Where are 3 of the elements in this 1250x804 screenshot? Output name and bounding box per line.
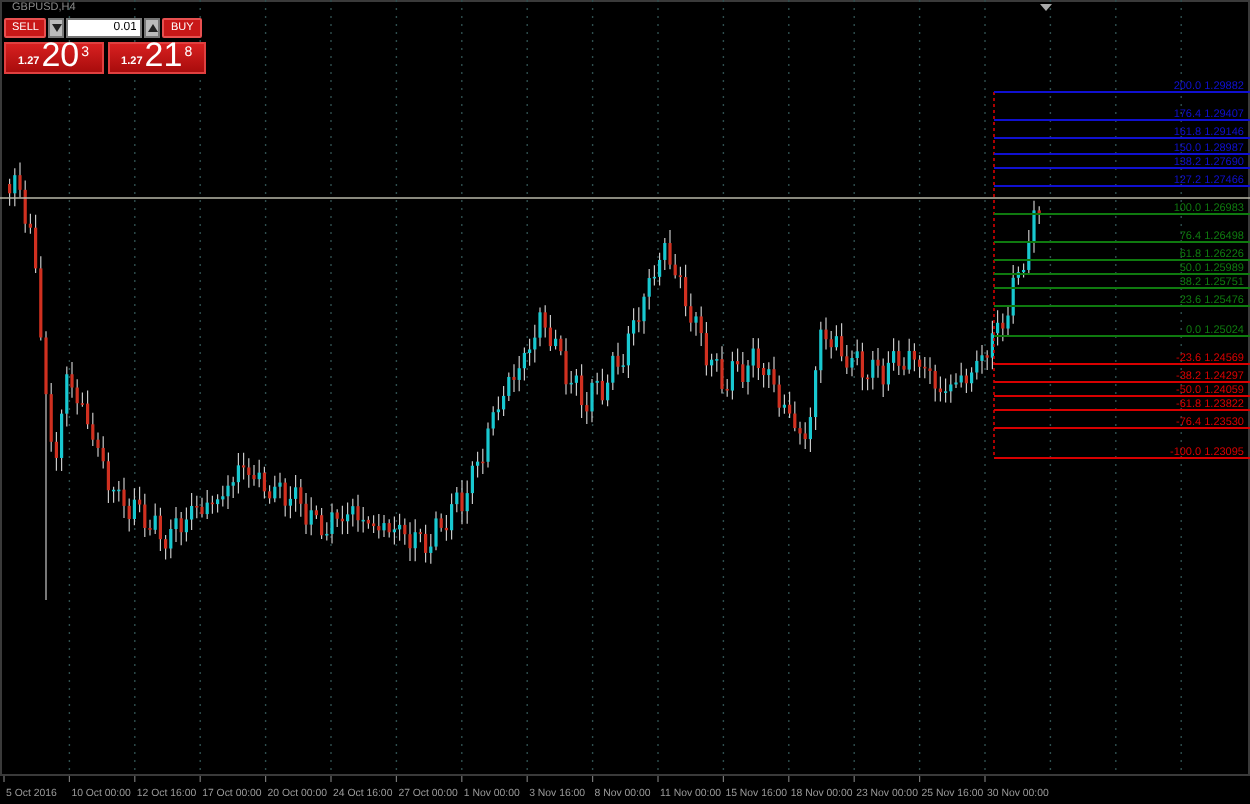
triangle-icon bbox=[1040, 4, 1052, 11]
increase-button[interactable] bbox=[144, 18, 161, 38]
decrease-button[interactable] bbox=[48, 18, 65, 38]
